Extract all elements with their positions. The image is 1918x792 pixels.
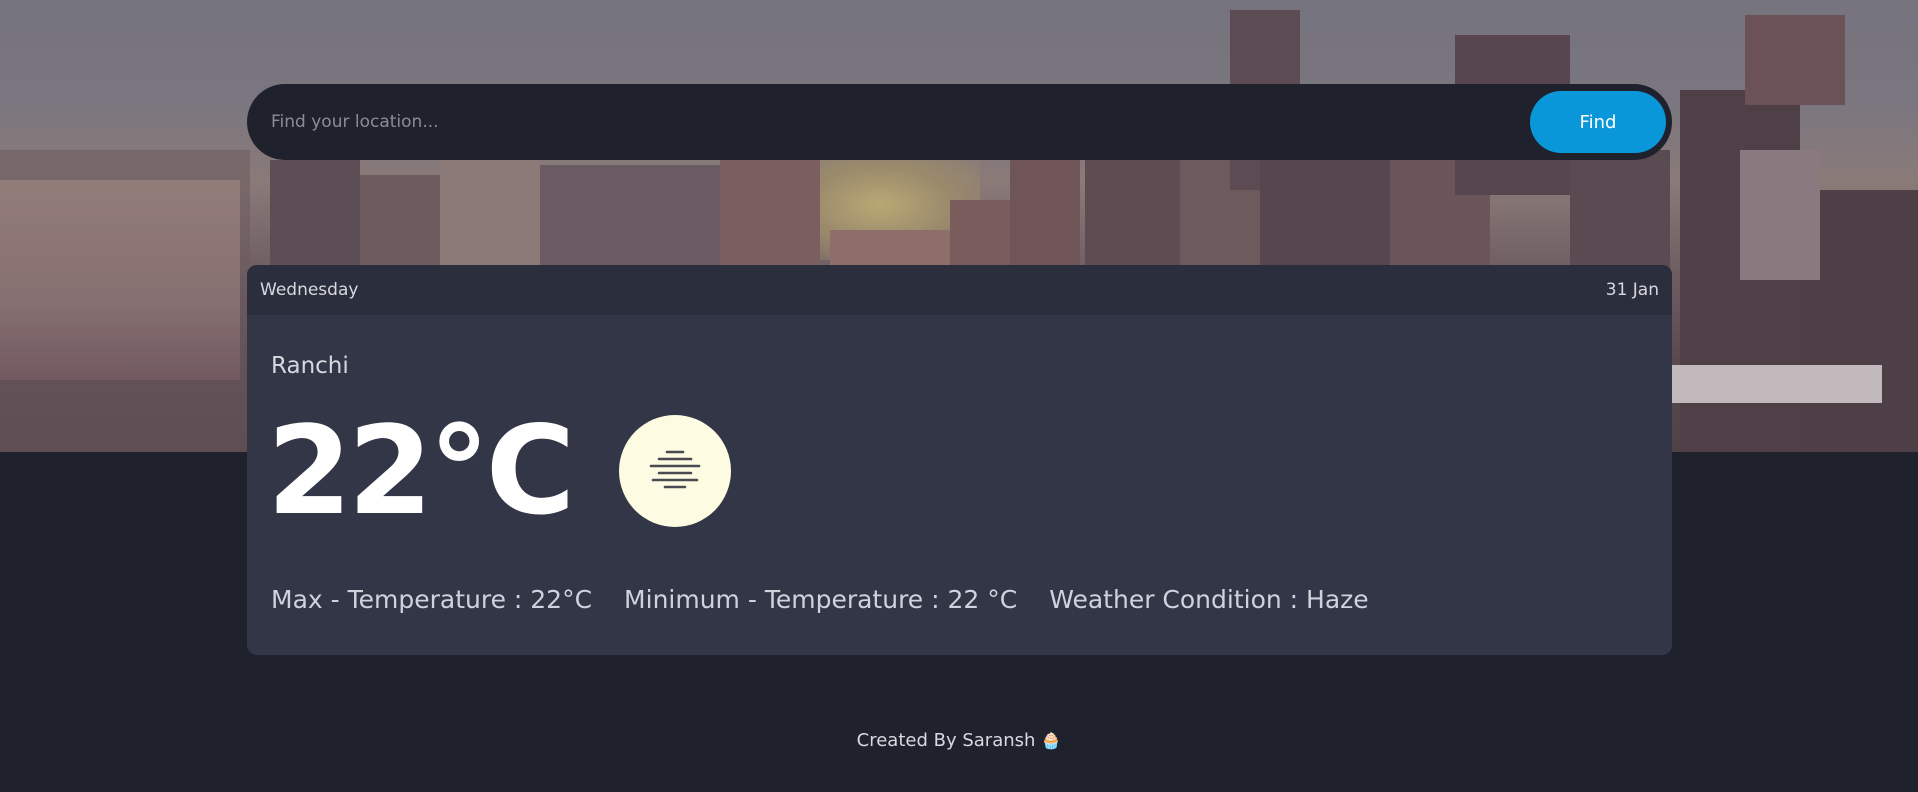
search-input[interactable] bbox=[271, 112, 1530, 132]
haze-icon bbox=[619, 415, 732, 527]
search-bar: Find bbox=[247, 84, 1672, 160]
current-temperature: 22°C bbox=[267, 400, 575, 542]
footer: Created By Saransh 🧁 bbox=[0, 730, 1918, 751]
weather-condition: Weather Condition : Haze bbox=[1049, 585, 1369, 614]
find-button[interactable]: Find bbox=[1530, 91, 1666, 153]
weather-details: Max - Temperature : 22°C Minimum - Tempe… bbox=[271, 585, 1369, 614]
date-label: 31 Jan bbox=[1605, 280, 1659, 300]
weather-app: Find Wednesday 31 Jan Ranchi 22°C bbox=[0, 0, 1918, 792]
day-label: Wednesday bbox=[260, 280, 359, 300]
card-header: Wednesday 31 Jan bbox=[247, 265, 1672, 315]
max-temperature: Max - Temperature : 22°C bbox=[271, 585, 593, 614]
weather-card: Wednesday 31 Jan Ranchi 22°C Max - Tempe… bbox=[247, 265, 1672, 655]
footer-credit: Created By Saransh bbox=[856, 730, 1036, 751]
cupcake-icon: 🧁 bbox=[1041, 731, 1062, 750]
min-temperature: Minimum - Temperature : 22 °C bbox=[624, 585, 1018, 614]
city-name: Ranchi bbox=[271, 353, 349, 379]
temperature-row: 22°C bbox=[267, 400, 732, 542]
